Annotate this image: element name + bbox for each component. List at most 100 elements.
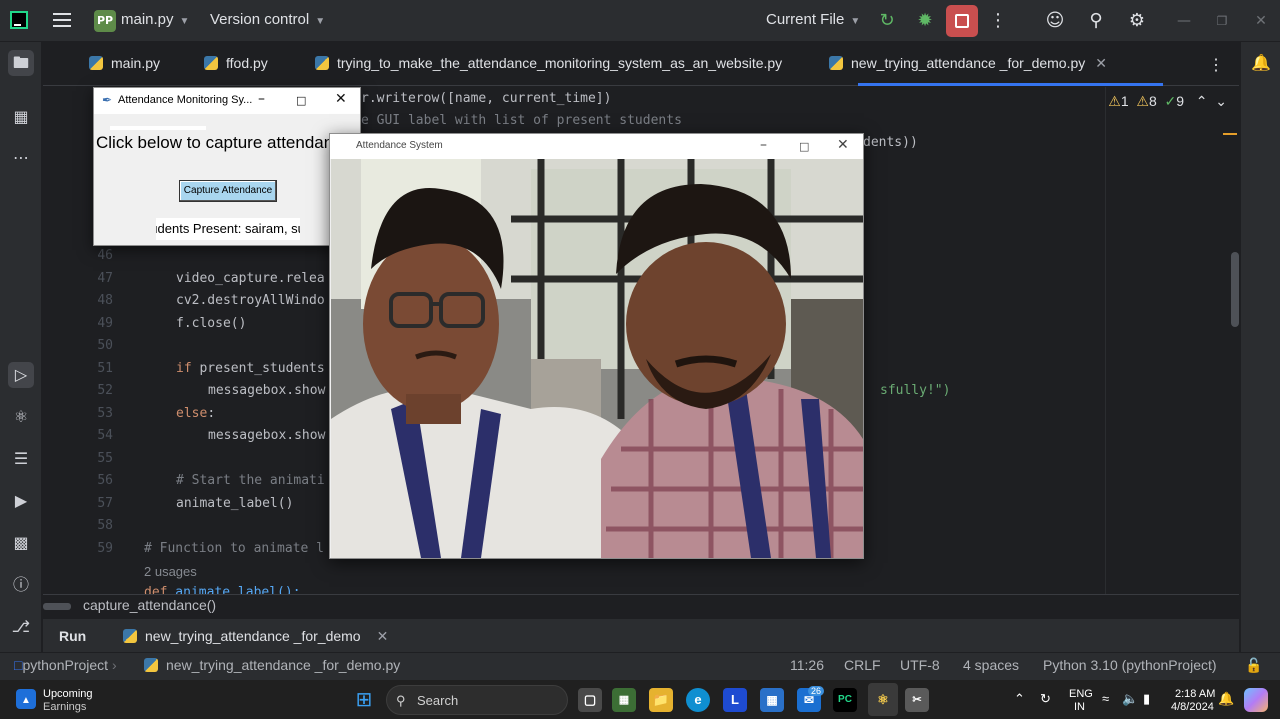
- search-icon[interactable]: ⚲: [1084, 9, 1108, 33]
- problems-icon[interactable]: ⓘ: [8, 572, 34, 598]
- close-icon[interactable]: ✕: [837, 137, 849, 153]
- microsoft-store-icon[interactable]: ▦: [760, 688, 784, 712]
- tabs-more-icon[interactable]: ⋮: [1208, 55, 1224, 75]
- usages-hint[interactable]: 2 usages: [144, 564, 197, 579]
- tab-new-trying-attendance[interactable]: new_trying_attendance _for_demo.py ✕: [829, 55, 1107, 72]
- tab-attendance-website-py[interactable]: trying_to_make_the_attendance_monitoring…: [315, 55, 782, 71]
- search-icon: ⚲: [396, 693, 406, 708]
- run-config-tab[interactable]: new_trying_attendance _for_demo ✕: [123, 628, 388, 645]
- python-file-icon: [144, 658, 158, 672]
- lock-icon[interactable]: 🔓: [1245, 657, 1262, 674]
- debug-icon[interactable]: ✹: [913, 9, 937, 33]
- more-actions-icon[interactable]: ⋮: [986, 9, 1010, 33]
- close-icon[interactable]: ✕: [1249, 9, 1273, 33]
- minimize-icon[interactable]: –: [258, 91, 265, 107]
- attendance-monitoring-window: ✒ Attendance Monitoring Sy... – □ ✕ Clic…: [93, 87, 361, 246]
- tab-close-icon[interactable]: ✕: [1095, 55, 1107, 71]
- pycharm-logo-icon[interactable]: [10, 11, 28, 29]
- tab-ffod-py[interactable]: ffod.py: [204, 55, 268, 71]
- maximize-icon[interactable]: □: [296, 94, 306, 107]
- vcs-menu[interactable]: Version control ▼: [210, 11, 325, 28]
- maximize-icon[interactable]: □: [799, 140, 809, 153]
- clock-time[interactable]: 2:18 AM: [1175, 688, 1215, 700]
- tab-main-py[interactable]: main.py: [89, 55, 160, 71]
- run-config-selector[interactable]: Current File ▼: [766, 11, 860, 28]
- notification-bell-icon[interactable]: 🔔: [1218, 691, 1234, 707]
- line-number: 57: [97, 496, 113, 511]
- more-tools-icon[interactable]: ⋯: [8, 145, 34, 171]
- python-taskbar-icon[interactable]: ⚛: [871, 688, 895, 712]
- caret-position[interactable]: 11:26: [790, 657, 824, 673]
- rerun-icon[interactable]: ↻: [875, 9, 899, 33]
- minimize-icon[interactable]: –: [760, 137, 767, 153]
- input-region[interactable]: IN: [1074, 701, 1085, 713]
- pycharm-taskbar-icon[interactable]: PC: [833, 688, 857, 712]
- minimize-icon[interactable]: —: [1172, 9, 1196, 33]
- editor-scrollbar[interactable]: [1231, 252, 1239, 327]
- window-titlebar[interactable]: Attendance System – □ ✕: [330, 134, 863, 159]
- line-number: 52: [97, 383, 113, 398]
- structure-icon[interactable]: ▦: [8, 104, 34, 130]
- file-explorer-icon[interactable]: 📁: [649, 688, 673, 712]
- start-windows-icon[interactable]: ⊞: [352, 688, 376, 712]
- python-file-icon: [829, 56, 843, 70]
- camera-window: Attendance System – □ ✕: [329, 133, 864, 559]
- present-students-label: Students Present: sairam, surr: [156, 218, 300, 240]
- edge-browser-icon[interactable]: e: [686, 688, 710, 712]
- code-line: f.close(): [176, 316, 247, 331]
- snipping-tool-icon[interactable]: ✂: [905, 688, 929, 712]
- stop-button[interactable]: [946, 5, 978, 37]
- excel-icon[interactable]: ▦: [612, 688, 636, 712]
- main-menu-icon[interactable]: [53, 13, 71, 27]
- sync-icon[interactable]: ↻: [1040, 691, 1051, 707]
- settings-gear-icon[interactable]: ⚙: [1125, 9, 1149, 33]
- widget-subtitle[interactable]: Earnings: [43, 701, 86, 713]
- clock-date[interactable]: 4/8/2024: [1171, 701, 1214, 713]
- indent-setting[interactable]: 4 spaces: [963, 657, 1019, 673]
- next-highlight-icon[interactable]: ⌄: [1215, 93, 1227, 109]
- file-encoding[interactable]: UTF-8: [900, 657, 940, 673]
- close-icon[interactable]: ✕: [335, 91, 347, 107]
- prev-highlight-icon[interactable]: ⌃: [1196, 93, 1208, 109]
- window-titlebar[interactable]: ✒ Attendance Monitoring Sy... – □ ✕: [94, 88, 360, 114]
- layers-icon[interactable]: ☰: [8, 446, 34, 472]
- function-name: animate_label():: [167, 585, 301, 594]
- code-line: r.writerow([name, current_time]): [361, 91, 612, 106]
- widget-title[interactable]: Upcoming: [43, 688, 93, 700]
- terminal-icon[interactable]: ▩: [8, 530, 34, 556]
- app-l-icon[interactable]: L: [723, 688, 747, 712]
- status-project[interactable]: □pythonProject: [14, 657, 108, 673]
- code-text: present_students: [191, 361, 325, 376]
- copilot-icon[interactable]: [1244, 688, 1268, 712]
- warning-stripe-marker[interactable]: [1223, 133, 1237, 135]
- taskbar-search[interactable]: ⚲ Search: [386, 685, 568, 715]
- project-badge[interactable]: PP: [94, 10, 116, 32]
- notifications-bell-icon[interactable]: 🔔: [1248, 50, 1274, 76]
- status-file[interactable]: new_trying_attendance _for_demo.py: [144, 657, 400, 673]
- git-icon[interactable]: ⎇: [8, 614, 34, 640]
- notification-badge: 26: [808, 686, 825, 696]
- python-interpreter[interactable]: Python 3.10 (pythonProject): [1043, 657, 1217, 673]
- project-folder-icon[interactable]: 🖿: [8, 50, 34, 76]
- services-icon[interactable]: ▶: [8, 488, 34, 514]
- python-console-icon[interactable]: ⚛: [8, 404, 34, 430]
- input-language[interactable]: ENG: [1069, 688, 1093, 700]
- breadcrumb[interactable]: capture_attendance(): [43, 594, 1239, 617]
- close-run-tab-icon[interactable]: ✕: [377, 628, 389, 644]
- breadcrumb-function[interactable]: capture_attendance(): [83, 597, 216, 613]
- add-user-icon[interactable]: ☺: [1043, 9, 1067, 33]
- run-tool-icon[interactable]: ▷: [8, 362, 34, 388]
- line-separator[interactable]: CRLF: [844, 657, 881, 673]
- battery-icon[interactable]: ▮: [1143, 691, 1150, 707]
- capture-attendance-button[interactable]: Capture Attendance: [179, 180, 277, 202]
- show-hidden-icons[interactable]: ⌃: [1014, 691, 1025, 707]
- volume-icon[interactable]: 🔈: [1122, 691, 1138, 707]
- wifi-icon[interactable]: ≈: [1102, 691, 1109, 706]
- inspection-widget[interactable]: ⚠1 ⚠8 ✓9 ⌃ ⌄: [1108, 93, 1227, 110]
- project-selector[interactable]: main.py ▼: [121, 11, 189, 28]
- widgets-icon[interactable]: ▲: [16, 689, 36, 709]
- code-line: else:: [176, 406, 215, 421]
- horizontal-scrollbar[interactable]: [43, 603, 71, 610]
- restore-icon[interactable]: ❐: [1210, 9, 1234, 33]
- task-view-icon[interactable]: ▢: [578, 688, 602, 712]
